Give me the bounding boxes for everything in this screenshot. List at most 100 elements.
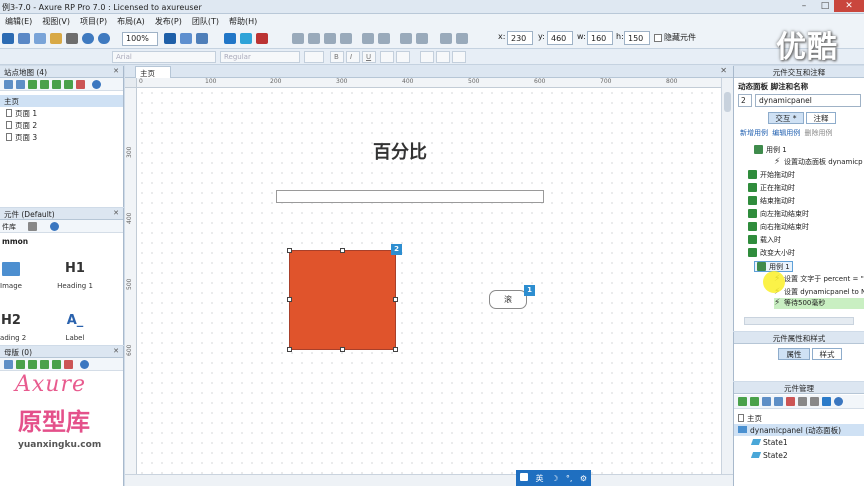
vertical-scrollbar[interactable] (721, 78, 733, 474)
delete-page-icon[interactable] (76, 80, 85, 89)
event-row[interactable]: 改变大小时 (748, 248, 795, 259)
distribute-icon[interactable] (378, 33, 390, 44)
tab-home[interactable]: 主页 (135, 66, 171, 78)
sitemap-root[interactable]: 主页 (0, 95, 123, 107)
resize-handle[interactable] (340, 248, 345, 253)
format-painter-icon[interactable] (66, 33, 78, 44)
widget-image[interactable]: Image (0, 258, 36, 290)
zoom-select[interactable]: 100% (122, 32, 158, 46)
widget-heading2[interactable]: H2 eading 2 (0, 310, 36, 342)
add-master-icon[interactable] (4, 360, 13, 369)
widget-label[interactable]: A_ Label (50, 310, 100, 342)
align-icon[interactable] (362, 33, 374, 44)
widget-heading1[interactable]: H1 Heading 1 (50, 258, 100, 290)
design-canvas[interactable]: 百分比 2 滚 1 (137, 88, 721, 474)
panel-close-icon[interactable]: ✕ (113, 347, 119, 355)
move-up-icon[interactable] (738, 397, 747, 406)
tab-notes[interactable]: 注释 (806, 112, 836, 124)
panel-close-icon[interactable]: ✕ (113, 67, 119, 75)
menu-team[interactable]: 团队(T) (187, 14, 224, 29)
minimize-icon[interactable]: – (793, 0, 815, 12)
outdent-icon[interactable] (52, 360, 61, 369)
tab-properties[interactable]: 属性 (778, 348, 810, 360)
sitemap-page[interactable]: 页面 3 (0, 131, 123, 143)
resize-handle[interactable] (393, 297, 398, 302)
tab-close-icon[interactable]: ✕ (720, 66, 727, 75)
y-input[interactable]: 460 (547, 31, 573, 45)
percent-textbox[interactable] (276, 190, 544, 203)
event-row[interactable]: 结束拖动时 (748, 196, 795, 207)
resize-handle[interactable] (287, 347, 292, 352)
paste-icon[interactable] (50, 33, 62, 44)
horizontal-scrollbar[interactable] (125, 474, 733, 486)
tab-interactions[interactable]: 交互 * (768, 112, 804, 124)
event-row[interactable]: 载入时 (748, 235, 781, 246)
event-row[interactable]: 向右拖动结束时 (748, 222, 809, 233)
sitemap-page[interactable]: 页面 1 (0, 107, 123, 119)
sitemap-page[interactable]: 页面 2 (0, 119, 123, 131)
search-icon[interactable] (834, 397, 843, 406)
menu-publish[interactable]: 发布(P) (150, 14, 187, 29)
bold-icon[interactable]: B (330, 51, 344, 63)
connector-icon[interactable] (180, 33, 192, 44)
manager-state[interactable]: State2 (748, 450, 792, 462)
menu-view[interactable]: 视图(V) (37, 14, 75, 29)
hide-checkbox[interactable] (654, 34, 662, 42)
fill-color-icon[interactable] (396, 51, 410, 63)
font-size-select[interactable] (304, 51, 324, 63)
tab-style[interactable]: 样式 (812, 348, 842, 360)
ime-lang[interactable]: 英 (536, 474, 544, 483)
unlock-icon[interactable] (416, 33, 428, 44)
text-color-icon[interactable] (380, 51, 394, 63)
action-row[interactable]: ⚡设置 dynamicpanel to N (774, 287, 864, 298)
x-input[interactable]: 230 (507, 31, 533, 45)
lock-icon[interactable] (400, 33, 412, 44)
send-back-icon[interactable] (340, 33, 352, 44)
resize-handle[interactable] (393, 347, 398, 352)
maximize-icon[interactable]: □ (814, 0, 836, 12)
move-up-icon[interactable] (28, 80, 37, 89)
search-icon[interactable] (50, 222, 59, 231)
left-icon[interactable] (440, 33, 452, 44)
footnote-input[interactable]: 2 (738, 94, 752, 107)
align-right-icon[interactable] (452, 51, 466, 63)
pen-icon[interactable] (196, 33, 208, 44)
italic-icon[interactable]: I (346, 51, 360, 63)
outdent-icon[interactable] (64, 80, 73, 89)
moon-icon[interactable]: ☽ (551, 474, 558, 483)
resize-handle[interactable] (287, 248, 292, 253)
copy-icon[interactable] (34, 33, 46, 44)
search-icon[interactable] (92, 80, 101, 89)
font-style-select[interactable]: Regular (220, 51, 300, 63)
save-icon[interactable] (2, 33, 14, 44)
undo-icon[interactable] (82, 33, 94, 44)
ungroup-icon[interactable] (308, 33, 320, 44)
add-child-icon[interactable] (16, 80, 25, 89)
filter-icon[interactable] (822, 397, 831, 406)
resize-handle[interactable] (287, 297, 292, 302)
select-mode-icon[interactable] (164, 33, 176, 44)
align-center-icon[interactable] (436, 51, 450, 63)
move-up-icon[interactable] (16, 360, 25, 369)
action-row[interactable]: ⚡ 设置动态面板 dynamicp (774, 157, 863, 168)
h-input[interactable]: 150 (624, 31, 650, 45)
close-icon[interactable]: ✕ (834, 0, 864, 12)
dynamic-panel[interactable] (289, 250, 396, 350)
action-row[interactable]: ⚡设置 文字于 percent = " (774, 274, 864, 285)
duplicate-state-icon[interactable] (774, 397, 783, 406)
library-menu-icon[interactable] (28, 222, 37, 231)
gear-icon[interactable]: ⚙ (580, 474, 587, 483)
menu-edit[interactable]: 编辑(E) (0, 14, 37, 29)
resize-handle[interactable] (340, 347, 345, 352)
menu-help[interactable]: 帮助(H) (224, 14, 262, 29)
move-down-icon[interactable] (750, 397, 759, 406)
cut-icon[interactable] (18, 33, 30, 44)
group-icon[interactable] (292, 33, 304, 44)
event-row[interactable]: 向左拖动结束时 (748, 209, 809, 220)
edit-state-icon[interactable] (798, 397, 807, 406)
add-state-icon[interactable] (762, 397, 771, 406)
event-row[interactable]: 正在拖动时 (748, 183, 795, 194)
library-select[interactable]: 件库 (2, 222, 16, 232)
publish-icon[interactable] (256, 33, 268, 44)
add-page-icon[interactable] (4, 80, 13, 89)
